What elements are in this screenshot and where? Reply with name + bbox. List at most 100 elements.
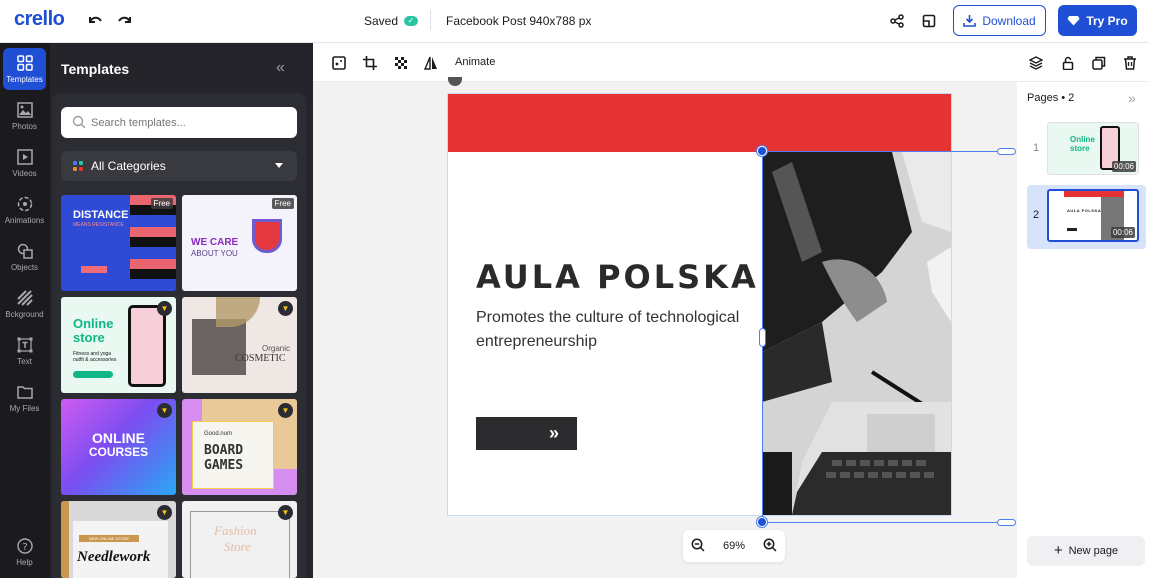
template-card[interactable]: Organic COSMETIC ▼ [182,297,297,393]
new-page-button[interactable]: + New page [1027,536,1145,566]
sidebar-item-label: Photos [12,122,37,131]
adjust-icon [332,56,346,70]
search-box[interactable] [61,107,297,138]
free-badge: Free [271,198,294,209]
animate-button[interactable]: Animate [455,56,495,68]
layers-button[interactable] [1026,53,1046,73]
crop-icon [363,56,377,70]
template-art [61,501,69,578]
zoom-control: 69% [683,530,785,562]
resize-handle-left[interactable] [759,328,766,347]
template-card[interactable]: Fashion Store ▼ [182,501,297,578]
design-page[interactable]: AULA POLSKA Promotes the culture of tech… [447,93,952,516]
selection-border [762,522,1007,523]
sidebar-item-text[interactable]: Text [3,330,46,372]
crop-button[interactable] [360,53,380,73]
download-icon [963,15,977,27]
business-meeting-photo[interactable] [762,152,951,515]
objects-icon [16,242,34,260]
sidebar-item-animations[interactable]: Animations [3,189,46,231]
template-card[interactable]: DISTANCE MEANS RESISTANCE Free [61,195,176,291]
double-chevron-right-icon: » [1128,90,1136,106]
pro-badge: ▼ [157,403,172,418]
resize-handle-right-top[interactable] [997,148,1016,155]
adjust-button[interactable] [329,53,349,73]
share-button[interactable] [887,11,907,31]
templates-panel-body: All Categories DISTANCE MEANS RESISTANCE… [52,93,306,578]
template-title: Online [73,316,114,331]
zoom-in-button[interactable] [763,538,777,555]
try-pro-button[interactable]: Try Pro [1058,5,1137,36]
collapse-panel-button[interactable]: « [276,59,285,77]
template-art [128,305,166,387]
undo-button[interactable] [86,12,104,30]
template-art [192,319,246,375]
pages-label: Pages [1027,92,1059,104]
resize-handle-top-left[interactable] [757,146,767,156]
sidebar-item-label: Templates [6,75,43,84]
resize-handle-right-bottom[interactable] [997,519,1016,526]
template-card[interactable]: Good.num BOARD GAMES ▼ [182,399,297,495]
category-dropdown[interactable]: All Categories [61,151,297,181]
sidebar-item-photos[interactable]: Photos [3,95,46,137]
transparency-icon [395,57,407,69]
search-templates-input[interactable] [91,116,281,129]
pro-badge: ▼ [157,505,172,520]
zoom-out-button[interactable] [691,538,705,555]
crello-logo[interactable]: crello [14,8,65,31]
animations-icon [16,195,34,213]
help-button[interactable]: ? Help [3,531,46,573]
lock-button[interactable] [1058,53,1078,73]
template-subtitle: COSMETIC [235,353,286,364]
sidebar-item-templates[interactable]: Templates [3,48,46,90]
sidebar-item-videos[interactable]: Videos [3,142,46,184]
double-chevron-right-icon: » [548,423,559,443]
save-status: Saved ✓ [364,14,419,28]
zoom-level[interactable]: 69% [723,540,745,552]
double-chevron-left-icon: « [276,59,285,76]
sidebar-item-background[interactable]: Bckground [3,283,46,325]
delete-button[interactable] [1120,53,1140,73]
template-subtitle: store [73,330,105,345]
subtitle-text[interactable]: Promotes the culture of technological en… [476,306,756,354]
template-card[interactable]: WE CARE ABOUT YOU Free [182,195,297,291]
layers-icon [1029,56,1043,70]
pages-title: Pages • 2 [1027,92,1074,104]
cta-shape[interactable]: » [476,417,577,450]
undo-icon [89,16,102,23]
document-title[interactable]: Facebook Post 940x788 px [446,14,591,28]
template-subtitle: ABOUT YOU [191,249,238,258]
download-button[interactable]: Download [953,5,1046,36]
sidebar-item-objects[interactable]: Objects [3,236,46,278]
sidebar-item-label: Animations [4,216,45,225]
sidebar-item-my-files[interactable]: My Files [3,377,46,419]
divider [430,10,431,30]
download-label: Download [982,13,1036,28]
page-duration: 00:06 [1110,227,1135,238]
template-card[interactable]: ONLINE COURSES ▼ [61,399,176,495]
red-banner-shape[interactable] [448,94,951,152]
page-thumbnail: Online store 00:06 [1047,122,1139,175]
sidebar-rail: Templates Photos Videos Animations Objec… [0,43,50,578]
template-card[interactable]: Online store Fitness and yoga outfit & a… [61,297,176,393]
flip-button[interactable] [421,53,441,73]
sidebar-item-label: Objects [10,263,39,272]
resize-handle-bottom-left[interactable] [757,517,767,527]
template-card[interactable]: NEW ONLINE STORE Needlework ▼ [61,501,176,578]
headline-text[interactable]: AULA POLSKA [476,258,759,296]
redo-button[interactable] [116,12,134,30]
page-item[interactable]: 2 AULA POLSKA 00:06 [1027,185,1146,249]
template-button-art [73,371,113,378]
photo-art [762,152,951,515]
selection-border [762,151,1007,152]
zoom-in-icon [763,538,777,552]
categories-icon [73,161,83,171]
page-item[interactable]: 1 Online store 00:06 [1027,118,1146,182]
resize-button[interactable] [919,11,939,31]
expand-pages-button[interactable]: » [1128,90,1136,106]
duplicate-button[interactable] [1089,53,1109,73]
duplicate-icon [1092,56,1106,70]
template-subtitle: COURSES [88,445,149,459]
transparency-button[interactable] [391,53,411,73]
template-leaf-art [216,297,260,327]
